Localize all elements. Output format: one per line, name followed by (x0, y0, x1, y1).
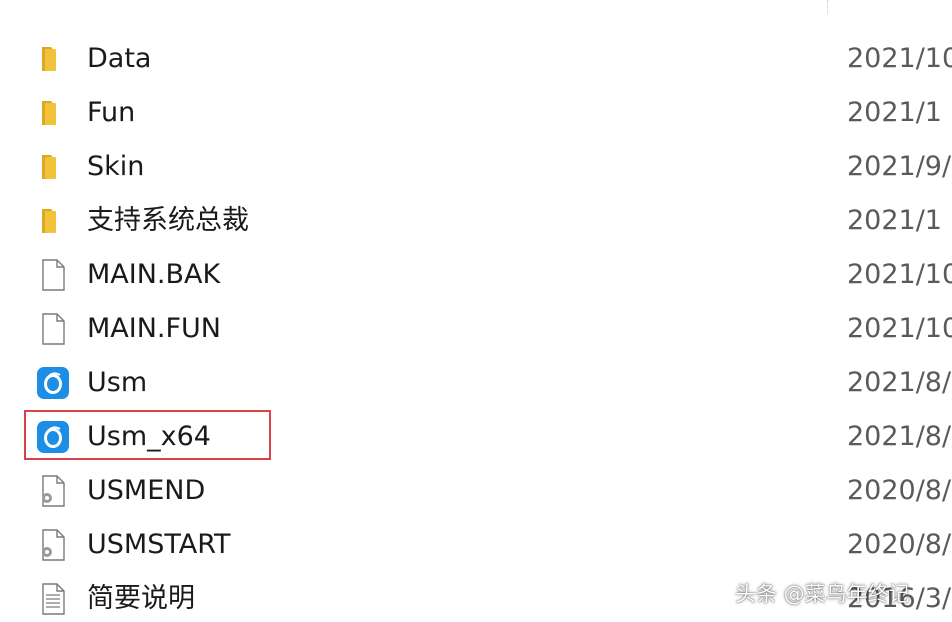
file-row-fun[interactable]: Fun 2021/1 (0, 86, 952, 140)
file-date: 2021/9/ (847, 151, 952, 182)
file-name: Data (87, 43, 152, 74)
divider (827, 0, 834, 14)
app-icon (36, 366, 70, 400)
file-date: 2020/8/ (847, 529, 952, 560)
folder-icon (36, 204, 70, 238)
file-name: USMSTART (87, 529, 231, 560)
text-file-icon (36, 582, 70, 616)
file-explorer-list: Data 2021/10 Fun 2021/1 Skin 2021/9/ 支持系… (0, 0, 952, 622)
file-date: 2021/1 (847, 97, 942, 128)
folder-icon (36, 42, 70, 76)
file-row-usmstart[interactable]: USMSTART 2020/8/ (0, 518, 952, 572)
file-row-data[interactable]: Data 2021/10 (0, 32, 952, 86)
blank-file-icon (36, 312, 70, 346)
script-file-icon (36, 474, 70, 508)
file-date: 2021/10 (847, 313, 952, 344)
file-name: Skin (87, 151, 145, 182)
file-date: 2021/8/ (847, 421, 952, 452)
file-row-usm-x64[interactable]: Usm_x64 2021/8/ (0, 410, 952, 464)
file-name: MAIN.BAK (87, 259, 221, 290)
app-icon (36, 420, 70, 454)
file-row-main-fun[interactable]: MAIN.FUN 2021/10 (0, 302, 952, 356)
file-date: 2021/10 (847, 259, 952, 290)
file-row-usmend[interactable]: USMEND 2020/8/ (0, 464, 952, 518)
script-file-icon (36, 528, 70, 562)
file-date: 2021/10 (847, 43, 952, 74)
file-name: Usm (87, 367, 148, 398)
file-name: 支持系统总裁 (87, 205, 249, 236)
file-row-skin[interactable]: Skin 2021/9/ (0, 140, 952, 194)
watermark: 头条 @菜鸟年终记 (735, 582, 910, 606)
blank-file-icon (36, 258, 70, 292)
file-row-support-folder[interactable]: 支持系统总裁 2021/1 (0, 194, 952, 248)
file-name: 简要说明 (87, 583, 195, 614)
folder-icon (36, 96, 70, 130)
file-name: MAIN.FUN (87, 313, 221, 344)
folder-icon (36, 150, 70, 184)
file-name: Usm_x64 (87, 421, 211, 452)
file-date: 2021/1 (847, 205, 942, 236)
file-date: 2021/8/ (847, 367, 952, 398)
file-row-usm[interactable]: Usm 2021/8/ (0, 356, 952, 410)
file-row-main-bak[interactable]: MAIN.BAK 2021/10 (0, 248, 952, 302)
file-date: 2020/8/ (847, 475, 952, 506)
file-name: Fun (87, 97, 136, 128)
file-name: USMEND (87, 475, 206, 506)
